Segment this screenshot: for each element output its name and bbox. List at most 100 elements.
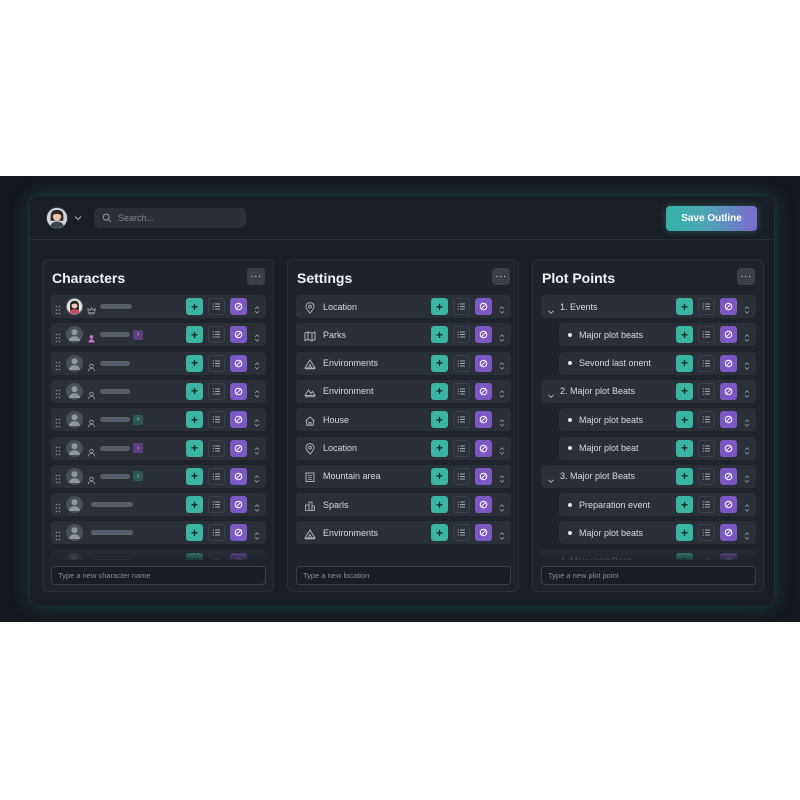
add-button[interactable]: + (676, 354, 693, 372)
save-outline-button[interactable]: Save Outline (666, 206, 757, 231)
expand-tag-icon[interactable]: › (133, 414, 143, 425)
plot-beat-row[interactable]: Major plot beats + (559, 408, 756, 432)
reorder-handle[interactable] (253, 386, 261, 399)
list-button[interactable] (208, 496, 225, 514)
add-button[interactable]: + (186, 298, 203, 315)
plot-beat-row[interactable]: Major plot beat + (559, 436, 756, 460)
list-button[interactable] (698, 467, 715, 485)
setting-row[interactable]: Location + (296, 295, 511, 318)
add-button[interactable]: + (186, 524, 203, 542)
new-plot-point-field[interactable] (541, 566, 756, 585)
reorder-handle[interactable] (253, 471, 261, 484)
search-field[interactable] (94, 208, 246, 228)
add-button[interactable]: + (186, 552, 203, 560)
reorder-handle[interactable] (498, 330, 506, 342)
reorder-handle[interactable] (498, 358, 506, 370)
setting-row[interactable]: Environments + (296, 351, 511, 375)
remove-button[interactable] (230, 326, 247, 344)
list-button[interactable] (208, 411, 225, 429)
list-button[interactable] (453, 467, 470, 485)
reorder-handle[interactable] (743, 500, 751, 512)
drag-handle-icon[interactable] (55, 500, 61, 512)
add-button[interactable]: + (676, 524, 693, 542)
remove-button[interactable] (720, 439, 737, 457)
remove-button[interactable] (475, 439, 492, 457)
remove-button[interactable] (720, 467, 737, 485)
setting-row[interactable]: Location + (296, 436, 511, 460)
remove-button[interactable] (720, 354, 737, 372)
add-button[interactable]: + (676, 382, 693, 400)
reorder-handle[interactable] (498, 471, 506, 484)
setting-row[interactable]: House + (296, 408, 511, 432)
chevron-down-icon[interactable] (547, 472, 555, 484)
add-button[interactable]: + (431, 411, 448, 429)
remove-button[interactable] (230, 354, 247, 372)
reorder-handle[interactable] (498, 302, 506, 314)
add-button[interactable]: + (186, 411, 203, 429)
remove-button[interactable] (720, 524, 737, 542)
remove-button[interactable] (475, 496, 492, 514)
expand-tag-icon[interactable]: › (133, 329, 143, 340)
setting-row[interactable]: Mountain area + (296, 464, 511, 488)
search-input[interactable] (118, 213, 238, 223)
remove-button[interactable] (720, 552, 737, 560)
reorder-handle[interactable] (498, 415, 506, 427)
setting-row[interactable]: Environment + (296, 379, 511, 403)
add-button[interactable]: + (431, 524, 448, 542)
remove-button[interactable] (230, 411, 247, 429)
add-button[interactable]: + (186, 439, 203, 457)
setting-row[interactable]: Parks + (296, 323, 511, 347)
list-button[interactable] (698, 382, 715, 400)
chevron-down-icon[interactable] (547, 303, 555, 314)
add-button[interactable]: + (431, 298, 448, 315)
reorder-handle[interactable] (743, 330, 751, 342)
reorder-handle[interactable] (743, 528, 751, 540)
list-button[interactable] (698, 439, 715, 457)
account-menu-button[interactable] (46, 207, 86, 229)
add-button[interactable]: + (186, 326, 203, 344)
chevron-down-icon[interactable] (547, 387, 555, 399)
expand-tag-icon[interactable]: › (133, 443, 143, 453)
character-row[interactable]: + (51, 295, 266, 318)
character-row[interactable]: + (51, 351, 266, 375)
plot-points-more-button[interactable]: ··· (737, 268, 755, 285)
reorder-handle[interactable] (743, 358, 751, 370)
plot-beat-row[interactable]: Preparation event + (559, 493, 756, 517)
plot-group-row[interactable]: 1. Events + (541, 295, 756, 318)
plot-group-row[interactable]: 3. Major plot Beats + (541, 464, 756, 488)
drag-handle-icon[interactable] (55, 556, 61, 560)
add-button[interactable]: + (676, 439, 693, 457)
add-button[interactable]: + (186, 354, 203, 372)
new-plot-point-input[interactable] (548, 571, 748, 580)
list-button[interactable] (453, 496, 470, 514)
expand-tag-icon[interactable]: › (133, 471, 143, 482)
list-button[interactable] (208, 298, 225, 315)
reorder-handle[interactable] (498, 386, 506, 399)
new-character-input[interactable] (58, 571, 258, 580)
character-row[interactable]: › + (51, 464, 266, 488)
add-button[interactable]: + (676, 467, 693, 485)
drag-handle-icon[interactable] (55, 415, 61, 428)
list-button[interactable] (208, 467, 225, 485)
character-row[interactable]: + (51, 521, 266, 545)
plot-group-row[interactable]: 4. Major plot Beat + (541, 549, 756, 560)
add-button[interactable]: + (186, 496, 203, 514)
list-button[interactable] (208, 382, 225, 400)
add-button[interactable]: + (186, 467, 203, 485)
list-button[interactable] (698, 326, 715, 344)
remove-button[interactable] (475, 326, 492, 344)
remove-button[interactable] (475, 354, 492, 372)
add-button[interactable]: + (431, 467, 448, 485)
list-button[interactable] (208, 552, 225, 560)
reorder-handle[interactable] (743, 386, 751, 399)
list-button[interactable] (698, 354, 715, 372)
list-button[interactable] (453, 354, 470, 372)
settings-more-button[interactable]: ··· (492, 268, 510, 285)
character-row[interactable]: + (51, 549, 266, 560)
remove-button[interactable] (475, 298, 492, 315)
new-location-field[interactable] (296, 566, 511, 585)
add-button[interactable]: + (431, 326, 448, 344)
remove-button[interactable] (720, 326, 737, 344)
reorder-handle[interactable] (253, 556, 261, 560)
list-button[interactable] (208, 354, 225, 372)
